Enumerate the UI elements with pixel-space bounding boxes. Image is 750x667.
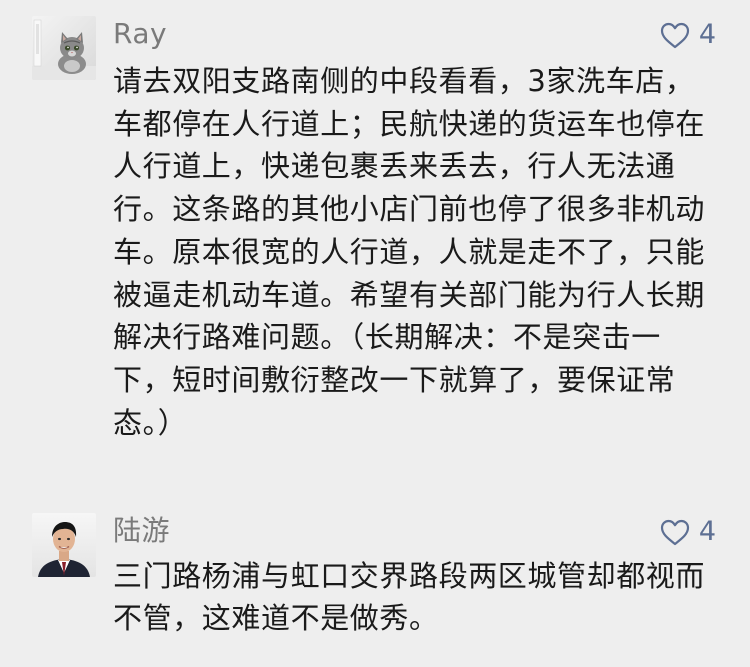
like-button[interactable]: 4 bbox=[660, 18, 716, 52]
avatar[interactable] bbox=[32, 513, 96, 577]
heart-icon bbox=[660, 22, 689, 48]
like-button[interactable]: 4 bbox=[660, 515, 716, 549]
comment-author[interactable]: Ray bbox=[113, 17, 167, 51]
heart-icon bbox=[660, 519, 689, 545]
comment-text: 请去双阳支路南侧的中段看看，3家洗车店，车都停在人行道上；民航快递的货运车也停在… bbox=[113, 64, 706, 440]
like-count: 4 bbox=[698, 19, 716, 50]
comment-text: 三门路杨浦与虹口交界路段两区城管却都视而不管，这难道不是做秀。 bbox=[113, 559, 706, 635]
avatar[interactable] bbox=[32, 16, 96, 80]
comment-list: Ray 4 请去双阳支路南侧的中段看看，3家洗车店，车都停在人行道上；民航快递的… bbox=[0, 0, 750, 667]
comment-author[interactable]: 陆游 bbox=[113, 514, 170, 548]
kitten-photo-icon bbox=[32, 16, 96, 80]
man-in-suit-photo-icon bbox=[32, 513, 96, 577]
like-count: 4 bbox=[698, 516, 716, 547]
